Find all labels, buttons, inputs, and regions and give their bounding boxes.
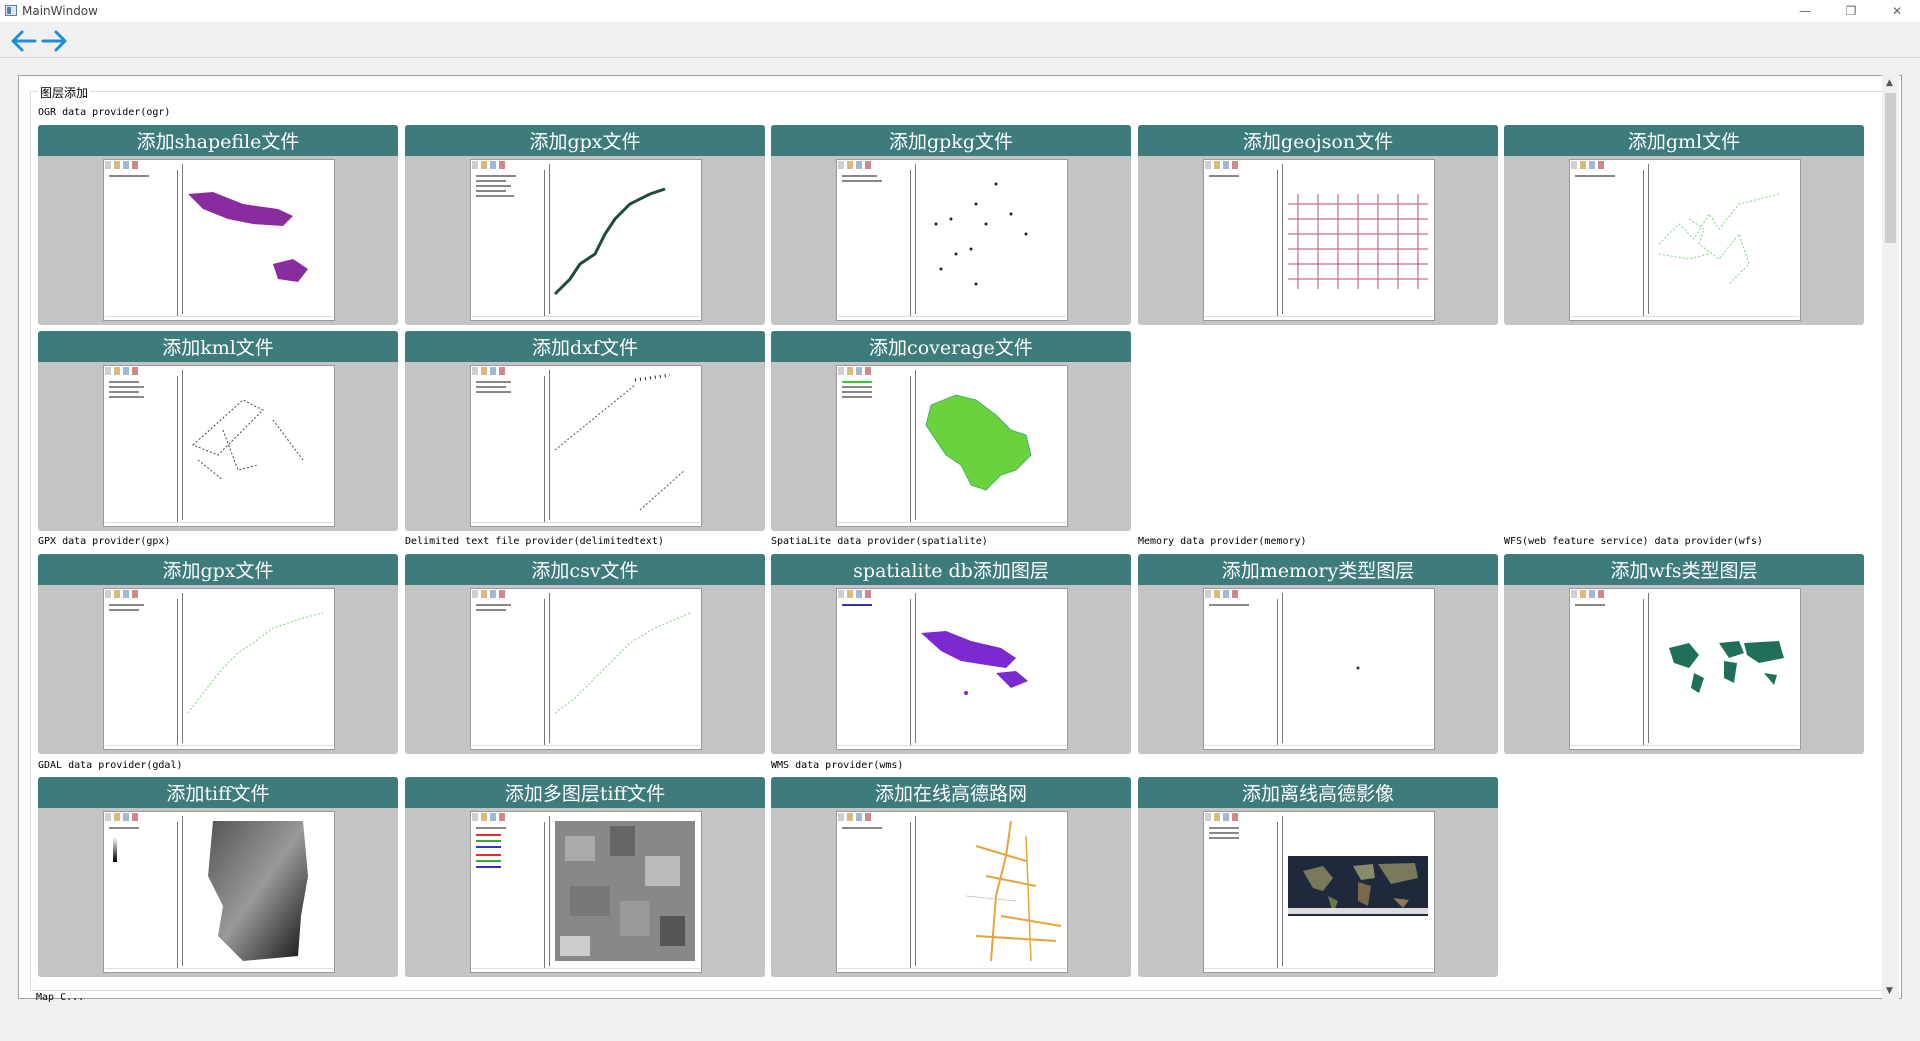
card-add-tiff[interactable]: 添加tiff文件 [38,777,398,977]
card-title: 添加geojson文件 [1138,125,1498,156]
card-title: spatialite db添加图层 [771,554,1131,585]
preview-thumbnail [1203,159,1435,321]
card-title: 添加wfs类型图层 [1504,554,1864,585]
section-label-spatialite: SpatiaLite data provider(spatialite) [771,536,988,547]
card-add-gpx-ogr[interactable]: 添加gpx文件 [405,125,765,325]
card-title: 添加dxf文件 [405,331,765,362]
card-add-dxf[interactable]: 添加dxf文件 [405,331,765,531]
card-title: 添加csv文件 [405,554,765,585]
card-add-wfs-layer[interactable]: 添加wfs类型图层 [1504,554,1864,754]
window-title: MainWindow [22,4,98,18]
card-title: 添加kml文件 [38,331,398,362]
preview-thumbnail [1569,159,1801,321]
section-label-wms: WMS data provider(wms) [771,760,904,771]
card-add-csv[interactable]: 添加csv文件 [405,554,765,754]
card-title: 添加多图层tiff文件 [405,777,765,808]
card-spatialite-add-layer[interactable]: spatialite db添加图层 [771,554,1131,754]
card-title: 添加gpx文件 [38,554,398,585]
card-add-geojson[interactable]: 添加geojson文件 [1138,125,1498,325]
section-label-gdal: GDAL data provider(gdal) [38,760,183,771]
close-button[interactable]: ✕ [1874,0,1920,22]
title-bar: MainWindow — ❐ ✕ [0,0,1920,22]
preview-thumbnail [470,159,702,321]
card-add-offline-gaode-imagery[interactable]: 添加离线高德影像 [1138,777,1498,977]
preview-thumbnail [470,811,702,973]
scroll-up-icon[interactable]: ▲ [1886,78,1893,88]
scroll-area[interactable]: 图层添加 OGR data provider(ogr) GPX data pro… [18,75,1902,999]
section-label-wfs: WFS(web feature service) data provider(w… [1504,536,1763,547]
card-add-gpkg[interactable]: 添加gpkg文件 [771,125,1131,325]
preview-thumbnail [836,365,1068,527]
scroll-down-icon[interactable]: ▼ [1886,986,1893,996]
card-title: 添加gml文件 [1504,125,1864,156]
minimize-button[interactable]: — [1782,0,1828,22]
arrow-right-icon [41,30,67,52]
card-add-multi-layer-tiff[interactable]: 添加多图层tiff文件 [405,777,765,977]
scrollbar-thumb[interactable] [1885,93,1896,243]
section-label-ogr: OGR data provider(ogr) [38,107,171,118]
card-title: 添加shapefile文件 [38,125,398,156]
card-add-gpx[interactable]: 添加gpx文件 [38,554,398,754]
card-add-memory-layer[interactable]: 添加memory类型图层 [1138,554,1498,754]
card-add-gml[interactable]: 添加gml文件 [1504,125,1864,325]
card-add-online-gaode-road[interactable]: 添加在线高德路网 [771,777,1131,977]
arrow-left-icon [11,30,37,52]
section-label-gpx: GPX data provider(gpx) [38,536,171,547]
card-title: 添加coverage文件 [771,331,1131,362]
card-add-coverage[interactable]: 添加coverage文件 [771,331,1131,531]
preview-thumbnail [103,588,335,750]
preview-thumbnail [470,588,702,750]
preview-thumbnail [103,811,335,973]
vertical-scrollbar[interactable]: ▲ ▼ [1882,75,1899,999]
toolbar [0,22,1920,58]
card-add-kml[interactable]: 添加kml文件 [38,331,398,531]
preview-thumbnail [836,811,1068,973]
preview-thumbnail [1203,588,1435,750]
forward-button[interactable] [40,28,68,54]
card-title: 添加离线高德影像 [1138,777,1498,808]
preview-thumbnail [836,588,1068,750]
back-button[interactable] [10,28,38,54]
card-add-shapefile[interactable]: 添加shapefile文件 [38,125,398,325]
section-label-delimited: Delimited text file provider(delimitedte… [405,536,664,547]
next-section-label: Map C... [36,992,85,1003]
card-title: 添加在线高德路网 [771,777,1131,808]
card-title: 添加gpkg文件 [771,125,1131,156]
card-title: 添加gpx文件 [405,125,765,156]
preview-thumbnail [103,365,335,527]
card-title: 添加memory类型图层 [1138,554,1498,585]
section-label-memory: Memory data provider(memory) [1138,536,1307,547]
card-title: 添加tiff文件 [38,777,398,808]
app-window-icon [5,5,17,16]
preview-thumbnail [470,365,702,527]
preview-thumbnail [103,159,335,321]
preview-thumbnail [1203,811,1435,973]
preview-thumbnail [1569,588,1801,750]
restore-button[interactable]: ❐ [1828,0,1874,22]
group-title: 图层添加 [38,84,91,101]
preview-thumbnail [836,159,1068,321]
